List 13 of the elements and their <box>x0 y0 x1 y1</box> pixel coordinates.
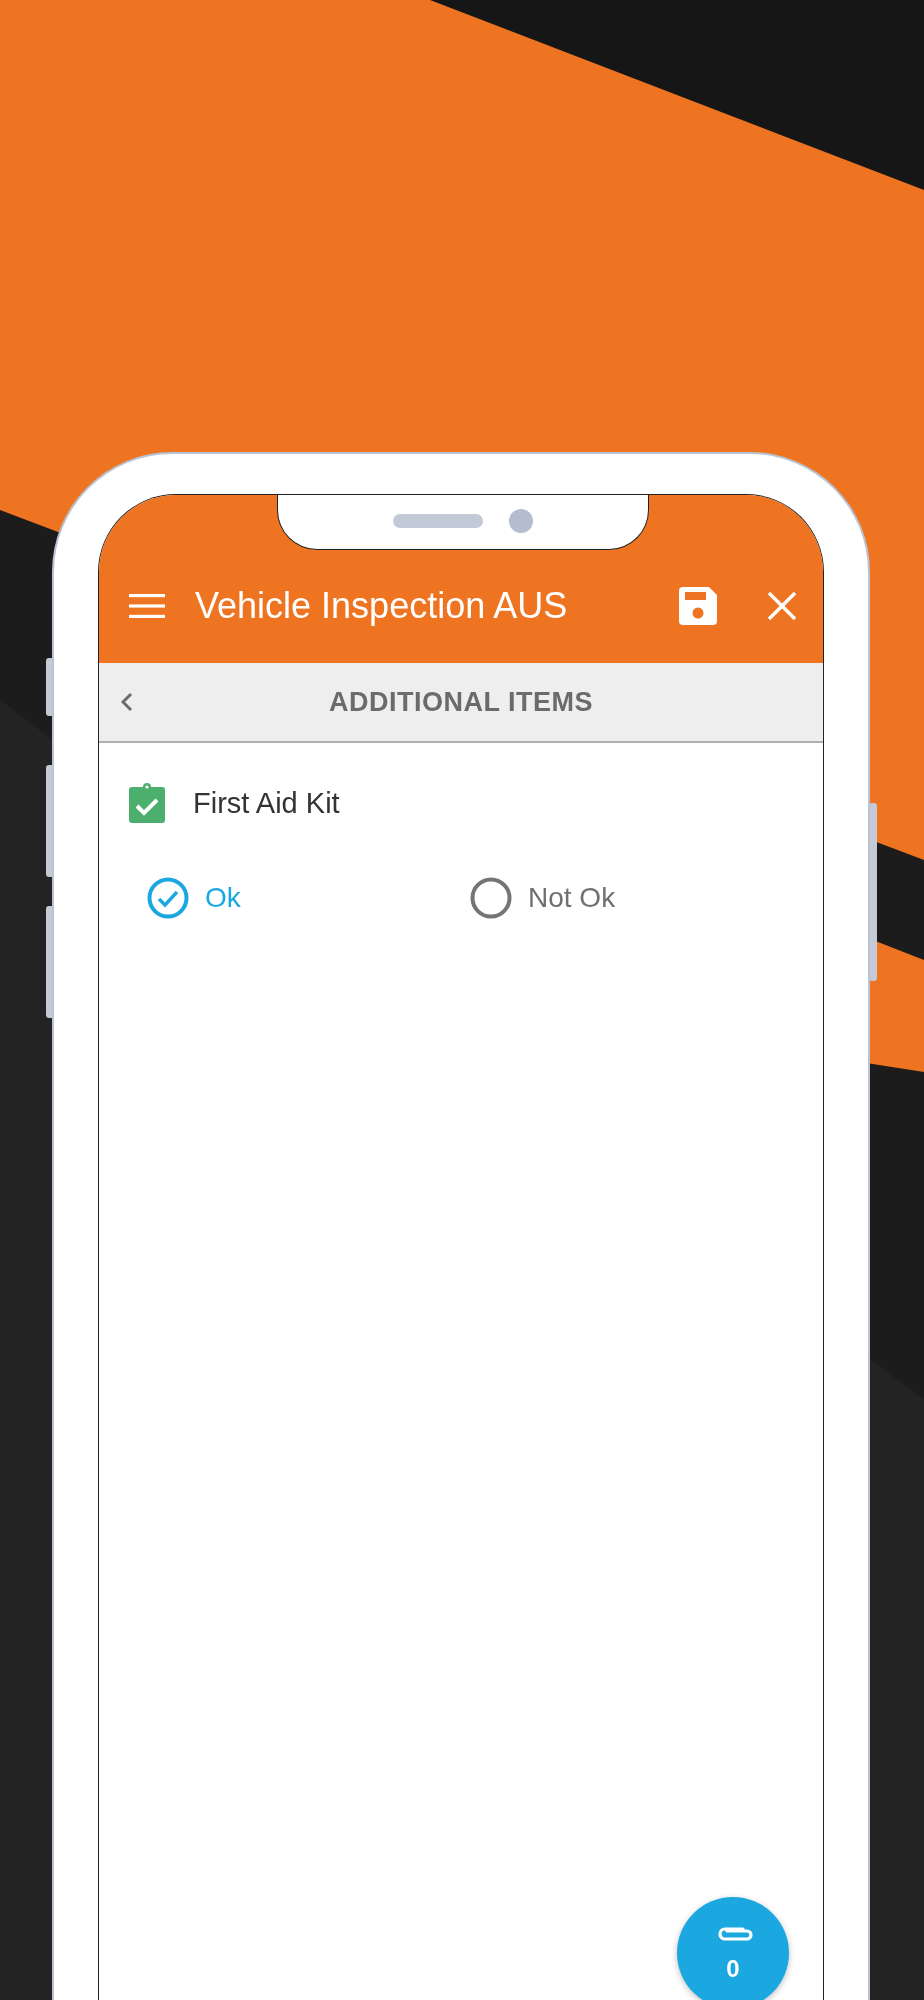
camera <box>509 509 533 533</box>
close-icon[interactable] <box>767 591 797 621</box>
save-icon[interactable] <box>679 587 717 625</box>
app-title: Vehicle Inspection AUS <box>195 584 569 628</box>
section-title: ADDITIONAL ITEMS <box>329 686 593 718</box>
attachments-button[interactable]: 0 <box>677 1897 789 2000</box>
menu-icon[interactable] <box>129 593 165 619</box>
item-label: First Aid Kit <box>193 786 340 820</box>
check-circle-icon <box>147 877 189 919</box>
circle-icon <box>470 877 512 919</box>
back-icon[interactable] <box>121 692 133 712</box>
radio-option[interactable]: Ok <box>147 877 470 919</box>
radio-option[interactable]: Not Ok <box>470 877 793 919</box>
